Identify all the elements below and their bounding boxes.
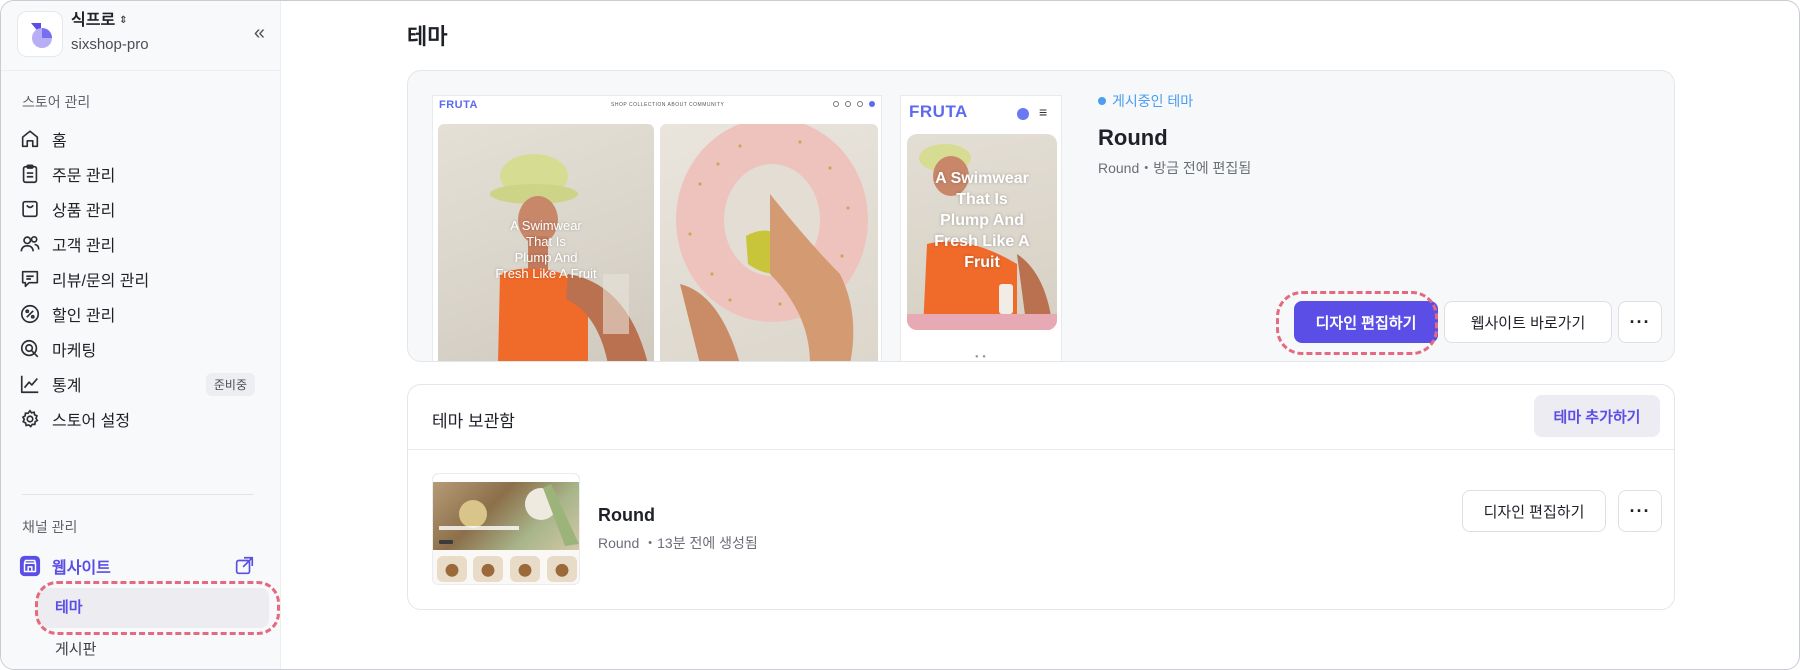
sidebar-item-store-settings[interactable]: 스토어 설정 <box>19 402 259 436</box>
preview-nav-icons <box>833 101 875 107</box>
users-icon <box>20 236 40 252</box>
current-theme-meta: Round・방금 전에 편집됨 <box>1098 160 1252 176</box>
sidebar-subitem-theme[interactable]: 테마 <box>37 588 269 628</box>
sidebar-item-label: 주문 관리 <box>52 168 116 185</box>
store-switcher[interactable]: 식프로 ⇕ sixshop-pro « <box>17 11 269 61</box>
sidebar-item-reviews[interactable]: 리뷰/문의 관리 <box>19 262 259 296</box>
channel-section-label: 채널 관리 <box>22 519 78 535</box>
sidebar-item-label: 스토어 설정 <box>52 413 131 430</box>
gear-icon <box>21 409 39 428</box>
store-section-label: 스토어 관리 <box>22 94 91 110</box>
store-id: sixshop-pro <box>71 36 149 53</box>
sidebar-item-label: 리뷰/문의 관리 <box>52 273 150 290</box>
coming-soon-badge: 준비중 <box>205 373 255 396</box>
mobile-preview[interactable]: FRUTA ≡ A Swimwear That Is Plump And Fre… <box>900 95 1062 361</box>
chart-icon <box>20 375 39 394</box>
store-logo <box>17 11 63 57</box>
theme-library-card: 테마 보관함 테마 추가하기 Round Round ・13분 전에 생성됨 디… <box>407 384 1675 610</box>
cart-icon <box>1017 108 1029 120</box>
library-edit-design-button[interactable]: 디자인 편집하기 <box>1462 490 1606 532</box>
sidebar-item-label: 할인 관리 <box>52 308 116 325</box>
preview-menu: SHOP COLLECTION ABOUT COMMUNITY <box>611 102 725 108</box>
carousel-pager: ● ● <box>975 354 987 360</box>
sidebar-item-website[interactable]: 웹사이트 <box>19 549 259 583</box>
sidebar-item-discounts[interactable]: 할인 관리 <box>19 297 259 331</box>
sidebar-item-label: 홈 <box>52 133 67 150</box>
store-name-text: 식프로 <box>71 12 116 29</box>
hero-overlay-text: A Swimwear That Is Plump And Fresh Like … <box>495 218 597 281</box>
library-theme-name: Round <box>598 505 655 525</box>
sidebar-item-products[interactable]: 상품 관리 <box>19 192 259 226</box>
more-options-button[interactable]: ··· <box>1618 301 1662 343</box>
sidebar-item-statistics[interactable]: 통계 준비중 <box>19 367 259 401</box>
divider <box>22 494 254 495</box>
preview-nav: FRUTA SHOP COLLECTION ABOUT COMMUNITY <box>433 96 881 118</box>
sidebar-subitem-board[interactable]: 게시판 <box>37 630 269 669</box>
message-icon <box>21 270 39 288</box>
switch-store-icon: ⇕ <box>119 15 128 26</box>
sidebar-item-label: 웹사이트 <box>52 560 111 577</box>
hero-image-pool-float <box>660 124 878 361</box>
preview-logo: FRUTA <box>439 99 478 111</box>
current-theme-card: FRUTA SHOP COLLECTION ABOUT COMMUNITY A … <box>407 70 1675 362</box>
home-icon <box>21 130 39 148</box>
library-more-options-button[interactable]: ··· <box>1618 490 1662 532</box>
sidebar-item-label: 마케팅 <box>52 343 97 360</box>
store-name: 식프로 ⇕ <box>71 11 128 31</box>
sidebar-item-home[interactable]: 홈 <box>19 122 259 156</box>
desktop-preview[interactable]: FRUTA SHOP COLLECTION ABOUT COMMUNITY A … <box>432 95 882 361</box>
sidebar-item-marketing[interactable]: 마케팅 <box>19 332 259 366</box>
published-status: 게시중인 테마 <box>1098 91 1193 111</box>
clipboard-icon <box>22 164 38 184</box>
target-icon <box>20 339 39 358</box>
theme-library-title: 테마 보관함 <box>432 412 515 431</box>
bag-icon <box>22 200 38 218</box>
sidebar-item-label: 상품 관리 <box>52 203 116 220</box>
library-theme-meta: Round ・13분 전에 생성됨 <box>598 535 758 551</box>
percent-icon <box>20 304 40 324</box>
sidebar-item-label: 고객 관리 <box>52 238 116 255</box>
storefront-icon <box>19 555 41 577</box>
theme-thumbnail[interactable] <box>432 473 580 585</box>
page-title: 테마 <box>407 24 448 49</box>
edit-design-button[interactable]: 디자인 편집하기 <box>1294 301 1438 343</box>
live-dot-icon <box>1098 97 1106 105</box>
add-theme-button[interactable]: 테마 추가하기 <box>1534 395 1660 437</box>
sidebar-item-customers[interactable]: 고객 관리 <box>19 227 259 261</box>
divider <box>408 449 1674 450</box>
app-window: 식프로 ⇕ sixshop-pro « 스토어 관리 홈 주문 관리 상품 관리 … <box>0 0 1800 670</box>
hero-image-woman-hat: A Swimwear That Is Plump And Fresh Like … <box>438 124 654 361</box>
preview-logo: FRUTA <box>909 102 968 121</box>
sidebar: 식프로 ⇕ sixshop-pro « 스토어 관리 홈 주문 관리 상품 관리 … <box>1 1 281 669</box>
current-theme-name: Round <box>1098 125 1168 150</box>
mobile-overlay-text: A Swimwear That Is Plump And Fresh Like … <box>934 170 1030 271</box>
mobile-hero-image: A Swimwear That Is Plump And Fresh Like … <box>907 134 1057 330</box>
published-status-label: 게시중인 테마 <box>1112 93 1194 109</box>
sidebar-item-label: 통계 <box>52 378 82 395</box>
menu-icon: ≡ <box>1039 104 1048 120</box>
divider <box>1 70 281 71</box>
visit-website-button[interactable]: 웹사이트 바로가기 <box>1444 301 1612 343</box>
collapse-sidebar-icon[interactable]: « <box>254 23 265 43</box>
external-link-icon[interactable] <box>233 555 255 577</box>
sidebar-item-orders[interactable]: 주문 관리 <box>19 157 259 191</box>
